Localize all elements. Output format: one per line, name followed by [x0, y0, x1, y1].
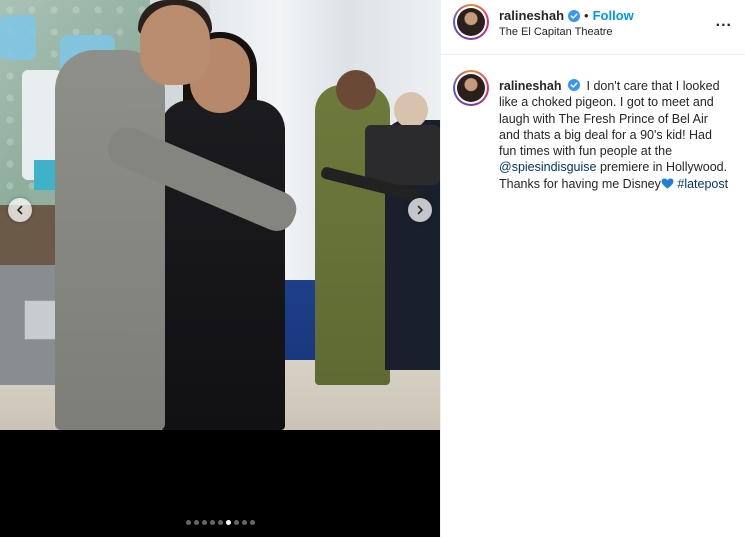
camera-rig — [365, 125, 440, 185]
carousel-dot — [217, 520, 223, 525]
caption-text: ralineshah I don't care that I looked li… — [499, 78, 729, 192]
avatar[interactable] — [453, 4, 489, 40]
carousel-next-button[interactable] — [408, 198, 432, 222]
verified-badge-icon — [568, 9, 581, 22]
carousel-dot — [193, 520, 199, 525]
chevron-left-icon — [17, 205, 23, 215]
separator-dot: • — [584, 8, 589, 23]
carousel-dot — [241, 520, 247, 525]
carousel-dot — [201, 520, 207, 525]
carousel-dot — [233, 520, 239, 525]
follow-button[interactable]: Follow — [593, 8, 634, 23]
carousel-dot — [225, 520, 231, 525]
more-options-button[interactable]: ... — [716, 14, 732, 30]
chevron-right-icon — [417, 205, 423, 215]
carousel-dot — [249, 520, 255, 525]
caption-username-link[interactable]: ralineshah — [499, 79, 562, 93]
carousel-dot — [209, 520, 215, 525]
username-link[interactable]: ralineshah — [499, 8, 564, 23]
hashtag-link[interactable]: #latepost — [677, 177, 728, 191]
location-link[interactable]: The El Capitan Theatre — [499, 26, 634, 38]
carousel-dot — [185, 520, 191, 525]
caption-avatar[interactable] — [453, 70, 489, 106]
post-photo — [0, 0, 440, 430]
post-sidebar: ralineshah • Follow The El Capitan Theat… — [440, 0, 745, 537]
carousel-prev-button[interactable] — [8, 198, 32, 222]
carousel-indicator — [0, 520, 440, 525]
blue-heart-icon — [661, 178, 674, 189]
verified-badge-icon — [568, 79, 581, 91]
mention-link[interactable]: @spiesindisguise — [499, 160, 596, 174]
post-media — [0, 0, 440, 537]
post-header: ralineshah • Follow The El Capitan Theat… — [441, 0, 745, 55]
